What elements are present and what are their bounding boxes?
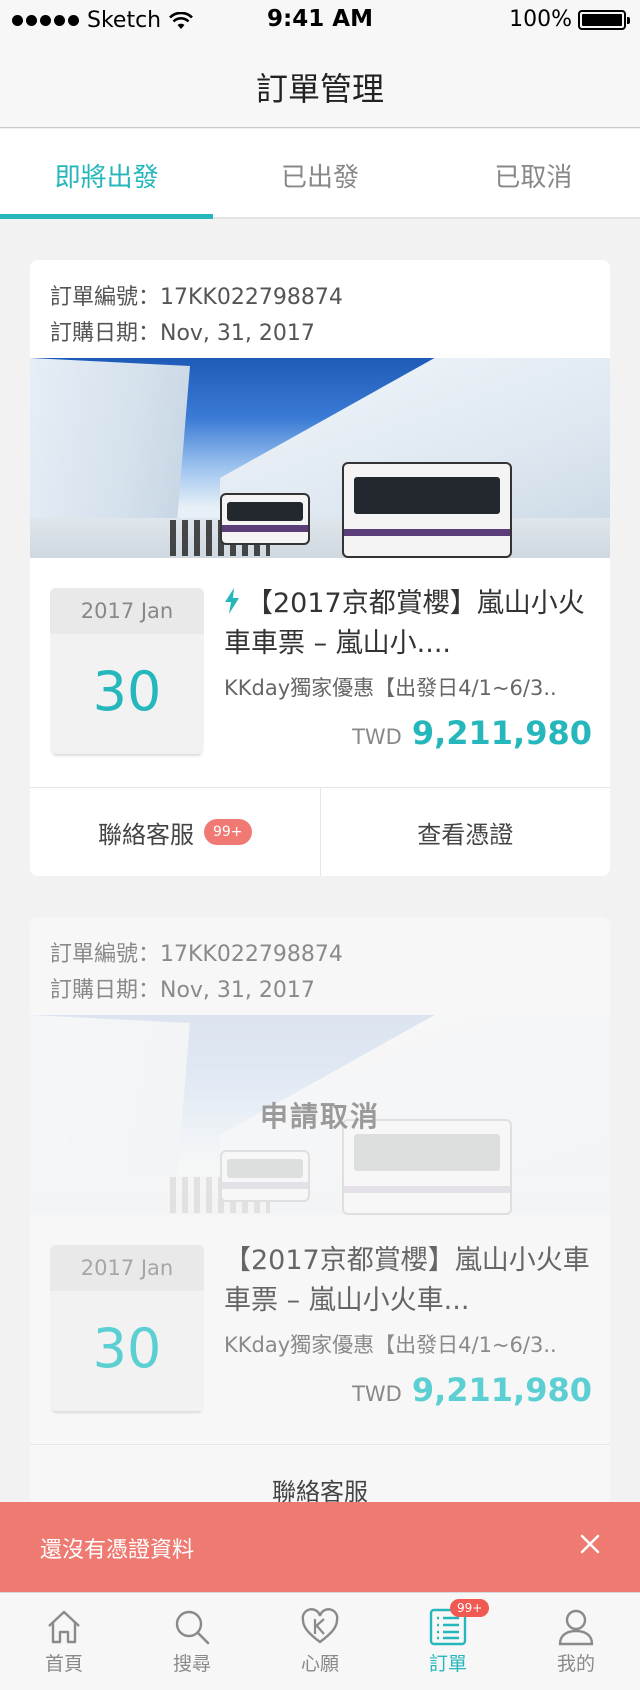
product-price: TWD 9,211,980 [224, 1371, 592, 1409]
departure-day: 30 [92, 1317, 162, 1380]
product-image[interactable]: 申請取消 [30, 1015, 610, 1215]
orders-badge: 99+ [450, 1599, 490, 1617]
order-number: 訂單編號：17KK022798874 [50, 942, 343, 967]
contact-support-label: 聯絡客服 [97, 820, 194, 849]
order-meta: 訂單編號：17KK022798874 訂購日期：Nov, 31, 2017 [30, 260, 610, 358]
status-right: 100% [509, 7, 630, 32]
message-badge: 99+ [203, 819, 252, 845]
order-card[interactable]: 訂單編號：17KK022798874 訂購日期：Nov, 31, 2017 申請… [30, 917, 610, 1517]
product-title: 【2017京都賞櫻】嵐山小火車車票 – 嵐山小.... [224, 584, 592, 664]
tabbar-search[interactable]: 搜尋 [128, 1593, 256, 1690]
heart-k-icon [301, 1608, 339, 1644]
product-subtitle: KKday獨家優惠【出發日4/1~6/3.. [224, 1333, 557, 1357]
home-icon [48, 1610, 80, 1644]
contact-support-button[interactable]: 聯絡客服 99+ [30, 788, 320, 876]
toast-banner: 還沒有憑證資料 [0, 1502, 640, 1592]
battery-percent: 100% [509, 7, 572, 32]
currency: TWD [352, 725, 402, 749]
tabbar-profile[interactable]: 我的 [512, 1593, 640, 1690]
status-bar: Sketch 9:41 AM 100% [0, 0, 640, 40]
product-info: 【2017京都賞櫻】嵐山小火車車票 – 嵐山小.... KKday獨家優惠【出發… [224, 584, 592, 752]
page-title: 訂單管理 [255, 70, 384, 108]
tabbar-label: 首頁 [44, 1653, 83, 1675]
toast-message: 還沒有憑證資料 [40, 1538, 195, 1563]
tabbar-wishlist[interactable]: 心願 [256, 1593, 384, 1690]
user-icon [558, 1609, 594, 1646]
tabbar-label: 搜尋 [172, 1653, 211, 1675]
product-info: 【2017京都賞櫻】嵐山小火車車票 – 嵐山小火車... KKday獨家優惠【出… [224, 1241, 592, 1409]
currency: TWD [352, 1382, 402, 1406]
order-meta: 訂單編號：17KK022798874 訂購日期：Nov, 31, 2017 [30, 917, 610, 1015]
lightning-icon [225, 588, 239, 614]
product-image[interactable] [30, 358, 610, 558]
battery-icon [578, 9, 630, 30]
price-amount: 9,211,980 [411, 714, 592, 752]
departure-month: 2017 Jan [50, 1245, 204, 1291]
order-date: 訂購日期：Nov, 31, 2017 [50, 978, 315, 1003]
departure-month: 2017 Jan [50, 588, 204, 634]
tab-cancelled[interactable]: 已取消 [427, 129, 640, 217]
product-title: 【2017京都賞櫻】嵐山小火車車票 – 嵐山小火車... [224, 1245, 590, 1316]
tabbar-label: 訂單 [428, 1653, 467, 1675]
product-summary[interactable]: 2017 Jan 30 【2017京都賞櫻】嵐山小火車車票 – 嵐山小火車...… [30, 1215, 610, 1445]
order-number: 訂單編號：17KK022798874 [50, 285, 343, 310]
close-icon[interactable] [570, 1524, 610, 1564]
product-price: TWD 9,211,980 [224, 714, 592, 752]
view-voucher-button[interactable]: 查看憑證 [319, 788, 611, 876]
tabbar-label: 我的 [556, 1653, 595, 1675]
navigation-bar: 訂單管理 [0, 40, 640, 128]
product-subtitle: KKday獨家優惠【出發日4/1~6/3.. [224, 676, 557, 700]
bottom-tab-bar: 首頁 搜尋 心願 99+ 訂單 我的 [0, 1592, 640, 1690]
departure-day: 30 [92, 660, 162, 723]
order-actions: 聯絡客服 99+ 查看憑證 [30, 788, 610, 876]
price-amount: 9,211,980 [411, 1371, 592, 1409]
tabbar-home[interactable]: 首頁 [0, 1593, 128, 1690]
departure-date: 2017 Jan 30 [50, 588, 204, 754]
tabbar-orders[interactable]: 99+ 訂單 [384, 1593, 512, 1690]
cancel-request-overlay: 申請取消 [30, 1015, 610, 1215]
search-icon [175, 1610, 210, 1645]
tabbar-label: 心願 [300, 1653, 339, 1675]
tab-upcoming[interactable]: 即將出發 [0, 129, 214, 219]
tab-departed[interactable]: 已出發 [213, 129, 426, 217]
order-date: 訂購日期：Nov, 31, 2017 [50, 321, 315, 346]
order-card[interactable]: 訂單編號：17KK022798874 訂購日期：Nov, 31, 2017 20… [30, 260, 610, 876]
product-summary[interactable]: 2017 Jan 30 【2017京都賞櫻】嵐山小火車車票 – 嵐山小.... … [30, 558, 610, 788]
order-status-tabs: 即將出發 已出發 已取消 [0, 129, 640, 219]
departure-date: 2017 Jan 30 [50, 1245, 204, 1411]
product-title-text: 【2017京都賞櫻】嵐山小火車車票 – 嵐山小.... [224, 588, 585, 659]
